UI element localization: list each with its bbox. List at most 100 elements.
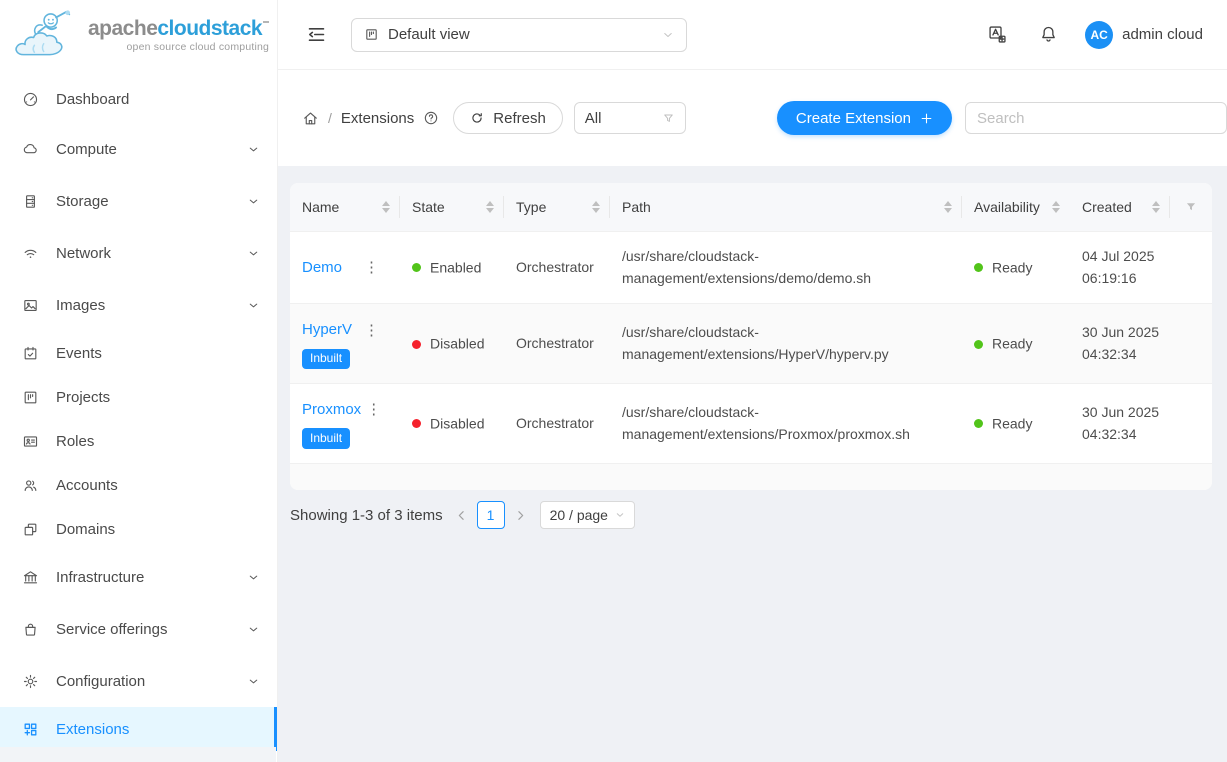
column-header-availability[interactable]: Availability xyxy=(962,183,1070,231)
topbar-right: AC admin cloud xyxy=(987,21,1203,49)
sidebar-item-label: Images xyxy=(56,297,105,314)
chevron-down-icon xyxy=(248,144,259,155)
sidebar-item-service-offerings[interactable]: Service offerings xyxy=(0,603,277,655)
state-cell: Disabled xyxy=(400,319,504,369)
sorter-icon[interactable] xyxy=(1052,201,1062,213)
type-cell: Orchestrator xyxy=(504,399,610,449)
table-filter-button[interactable] xyxy=(1170,183,1212,231)
search-input[interactable] xyxy=(965,102,1227,134)
state-text: Disabled xyxy=(430,335,484,351)
sidebar-item-accounts[interactable]: Accounts xyxy=(0,463,277,507)
sidebar-item-extensions[interactable]: Extensions xyxy=(0,707,277,751)
user-name[interactable]: admin cloud xyxy=(1122,26,1203,43)
created-cell: 04 Jul 2025 06:19:16 xyxy=(1070,232,1170,303)
column-label: State xyxy=(412,199,445,215)
sidebar-item-label: Extensions xyxy=(56,721,129,738)
sidebar-item-configuration[interactable]: Configuration xyxy=(0,655,277,707)
column-header-path[interactable]: Path xyxy=(610,183,962,231)
sidebar-item-label: Service offerings xyxy=(56,621,167,638)
sidebar-item-compute[interactable]: Compute xyxy=(0,123,277,175)
user-avatar[interactable]: AC xyxy=(1085,21,1113,49)
brand-title-apache: apache xyxy=(88,17,157,40)
create-extension-label: Create Extension xyxy=(796,110,911,127)
path-line: management/extensions/Proxmox/proxmox.sh xyxy=(622,424,954,446)
sidebar-scrollbar[interactable] xyxy=(0,747,276,762)
column-header-state[interactable]: State xyxy=(400,183,504,231)
home-icon[interactable] xyxy=(302,110,319,127)
blocks-icon xyxy=(22,521,39,538)
sidebar-item-label: Network xyxy=(56,245,111,262)
sidebar: apachecloudstack open source cloud compu… xyxy=(0,0,278,762)
path-line: management/extensions/demo/demo.sh xyxy=(622,268,954,290)
menu-fold-icon[interactable] xyxy=(306,24,327,45)
sidebar-item-storage[interactable]: Storage xyxy=(0,175,277,227)
toolbar: / Extensions Refresh All Create Extensio… xyxy=(278,70,1227,166)
path-cell: /usr/share/cloudstack- management/extens… xyxy=(610,308,962,379)
created-time: 04:32:34 xyxy=(1082,424,1162,446)
next-page-icon[interactable] xyxy=(514,509,527,522)
help-question-icon[interactable] xyxy=(423,110,439,126)
column-header-type[interactable]: Type xyxy=(504,183,610,231)
translate-icon[interactable] xyxy=(987,24,1008,45)
cloudmonkey-logo-icon xyxy=(4,5,88,67)
sorter-icon[interactable] xyxy=(486,201,496,213)
sidebar-item-label: Projects xyxy=(56,389,110,406)
page-size-select[interactable]: 20 / page xyxy=(540,501,635,529)
created-cell: 30 Jun 2025 04:32:34 xyxy=(1070,308,1170,379)
sidebar-item-domains[interactable]: Domains xyxy=(0,507,277,551)
path-line: /usr/share/cloudstack- xyxy=(622,322,954,344)
type-filter-select[interactable]: All xyxy=(574,102,686,134)
sidebar-item-label: Storage xyxy=(56,193,109,210)
created-time: 06:19:16 xyxy=(1082,268,1162,290)
column-label: Path xyxy=(622,199,651,215)
chevron-down-icon xyxy=(248,572,259,583)
sidebar-item-dashboard[interactable]: Dashboard xyxy=(0,75,277,123)
sorter-icon[interactable] xyxy=(592,201,602,213)
chevron-down-icon xyxy=(248,248,259,259)
pagination: Showing 1-3 of 3 items 1 20 / page xyxy=(290,501,1227,529)
sorter-icon[interactable] xyxy=(382,201,392,213)
wifi-icon xyxy=(22,245,39,262)
gear-icon xyxy=(22,673,39,690)
sidebar-item-images[interactable]: Images xyxy=(0,279,277,331)
sidebar-item-roles[interactable]: Roles xyxy=(0,419,277,463)
sorter-icon[interactable] xyxy=(1152,201,1162,213)
funnel-filled-icon xyxy=(1184,200,1198,214)
sidebar-item-label: Infrastructure xyxy=(56,569,144,586)
inbuilt-badge: Inbuilt xyxy=(302,349,350,370)
more-actions-icon[interactable]: ⋮ xyxy=(359,257,384,278)
content-area: Name State Type Path xyxy=(278,166,1227,762)
brand-logo: apachecloudstack open source cloud compu… xyxy=(0,0,277,71)
path-line: /usr/share/cloudstack- xyxy=(622,246,954,268)
more-actions-icon[interactable]: ⋮ xyxy=(361,399,386,420)
status-dot xyxy=(412,419,421,428)
prev-page-icon[interactable] xyxy=(455,509,468,522)
column-label: Type xyxy=(516,199,546,215)
view-select[interactable]: Default view xyxy=(351,18,687,52)
sidebar-item-projects[interactable]: Projects xyxy=(0,375,277,419)
refresh-button[interactable]: Refresh xyxy=(453,102,563,134)
extension-link[interactable]: Demo xyxy=(302,256,342,279)
created-date: 04 Jul 2025 xyxy=(1082,246,1162,268)
page-number-button[interactable]: 1 xyxy=(477,501,505,529)
column-header-name[interactable]: Name xyxy=(290,183,400,231)
more-actions-icon[interactable]: ⋮ xyxy=(359,320,384,341)
breadcrumb-current: Extensions xyxy=(341,110,414,127)
sidebar-item-events[interactable]: Events xyxy=(0,331,277,375)
create-extension-button[interactable]: Create Extension xyxy=(777,101,952,135)
notifications-bell-icon[interactable] xyxy=(1038,24,1059,45)
sidebar-item-label: Configuration xyxy=(56,673,145,690)
table-row: Demo ⋮ Enabled Orchestrator /usr/share/c… xyxy=(290,231,1212,303)
column-header-created[interactable]: Created xyxy=(1070,183,1170,231)
sidebar-item-infrastructure[interactable]: Infrastructure xyxy=(0,551,277,603)
type-cell: Orchestrator xyxy=(504,243,610,293)
sorter-icon[interactable] xyxy=(944,201,954,213)
brand-title-cloudstack: cloudstack xyxy=(157,17,262,40)
database-icon xyxy=(22,193,39,210)
sidebar-item-network[interactable]: Network xyxy=(0,227,277,279)
state-cell: Disabled xyxy=(400,399,504,449)
extension-link[interactable]: Proxmox xyxy=(302,398,361,421)
availability-text: Ready xyxy=(992,335,1032,351)
extension-link[interactable]: HyperV xyxy=(302,318,352,341)
cloud-icon xyxy=(22,141,39,158)
